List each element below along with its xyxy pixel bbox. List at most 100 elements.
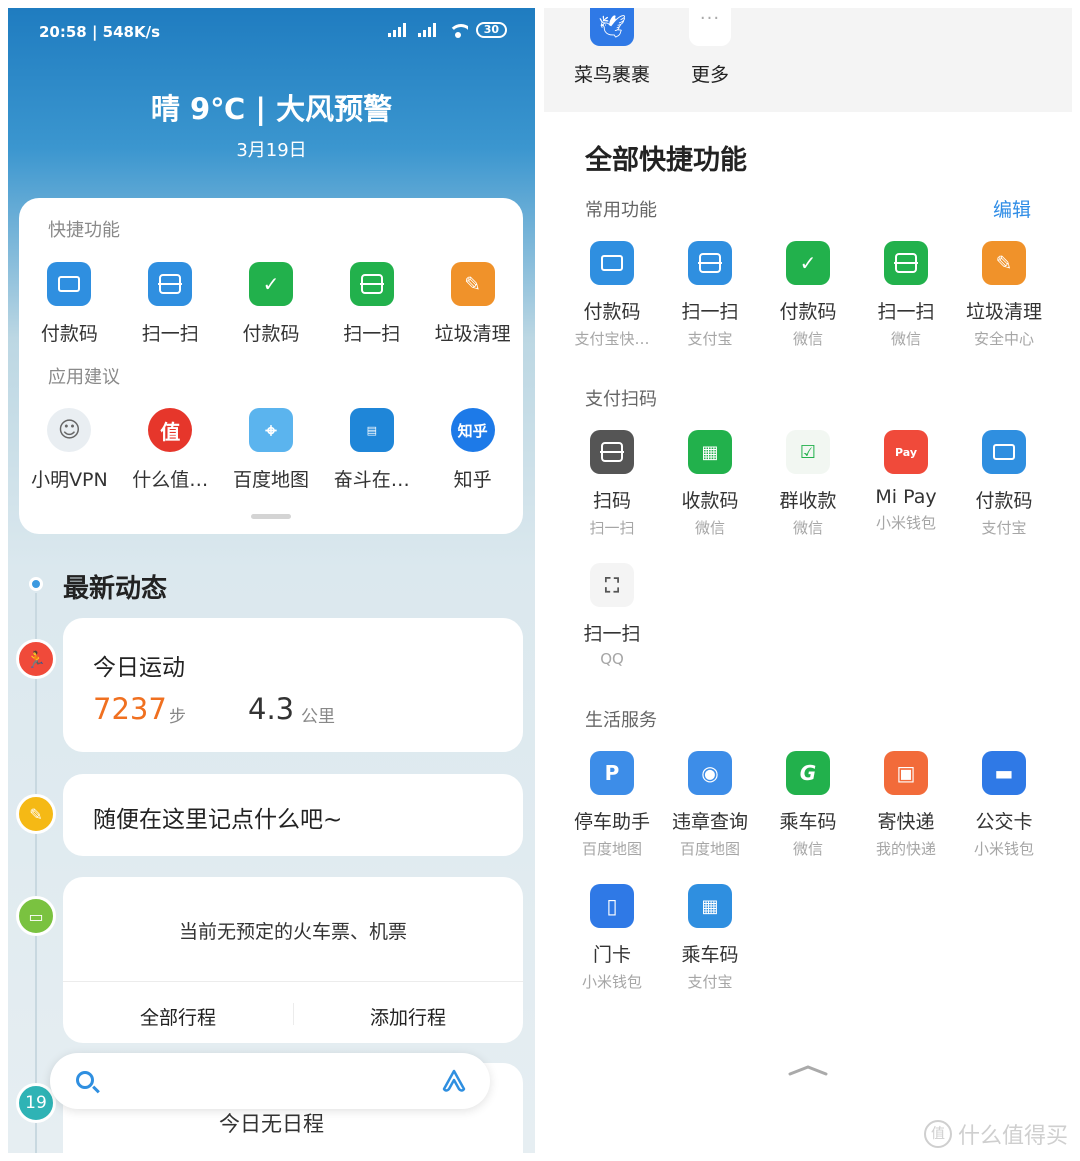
- ride-qr-icon: ▦: [688, 884, 732, 928]
- group-collect-icon: ☑: [786, 430, 830, 474]
- running-icon: 🏃: [16, 639, 56, 679]
- common-item-alipay-pay-code[interactable]: 付款码 支付宝快…: [563, 241, 661, 349]
- broom-icon: ✎: [450, 262, 495, 306]
- note-card[interactable]: 随便在这里记点什么吧~: [63, 774, 523, 856]
- life-item-parking[interactable]: P 停车助手 百度地图: [563, 751, 661, 859]
- distance-unit: 公里: [301, 707, 335, 727]
- avatar-icon: ☺: [47, 408, 92, 452]
- pencil-icon: ✎: [16, 794, 56, 834]
- life-item-express[interactable]: ▣ 寄快递 我的快递: [857, 751, 955, 859]
- life-row-1: P 停车助手 百度地图 ◉ 违章查询 百度地图 G 乘车码 微信 ▣ 寄快递 我…: [563, 751, 1053, 859]
- bus-icon: ▬: [982, 751, 1026, 795]
- steps-value: 7237: [93, 692, 167, 726]
- left-screen: 20:58 | 548K/s 30 晴 9℃ | 大风预警 3月19日 快捷功能…: [8, 8, 535, 1153]
- pay-item-qq-scan[interactable]: ⛶ 扫一扫 QQ: [563, 563, 661, 668]
- common-item-wechat-pay-code[interactable]: ✓ 付款码 微信: [759, 241, 857, 349]
- distance-value: 4.3: [248, 692, 295, 726]
- weather-title[interactable]: 晴 9℃ | 大风预警: [8, 86, 535, 128]
- collapse-chevron-icon[interactable]: [788, 1064, 828, 1076]
- zhi-icon: 值: [148, 408, 193, 452]
- pay-item-group-collect[interactable]: ☑ 群收款 微信: [759, 430, 857, 538]
- life-item-alipay-ride[interactable]: ▦ 乘车码 支付宝: [661, 884, 759, 992]
- quick-item-scan-wechat[interactable]: 扫一扫: [321, 262, 422, 346]
- scan-icon: [590, 430, 634, 474]
- strip-item-more[interactable]: ··· 更多: [665, 8, 755, 87]
- app-item-baidu-map[interactable]: ⌖ 百度地图: [221, 408, 322, 492]
- violation-icon: ◉: [688, 751, 732, 795]
- app-item-smzdm[interactable]: 值 什么值…: [120, 408, 221, 492]
- all-trips-button[interactable]: 全部行程: [63, 1003, 293, 1030]
- trip-divider: [63, 981, 523, 982]
- add-trip-button[interactable]: 添加行程: [293, 1003, 523, 1030]
- common-item-clean[interactable]: ✎ 垃圾清理 安全中心: [955, 241, 1053, 349]
- sport-title: 今日运动: [93, 655, 185, 681]
- barcode-icon: [47, 262, 92, 306]
- common-section-label: 常用功能: [585, 200, 657, 221]
- scan-icon: [688, 241, 732, 285]
- barcode-icon: [590, 241, 634, 285]
- wifi-icon: [447, 22, 468, 38]
- signal-hd-icon: [417, 23, 440, 37]
- app-item-fendou[interactable]: ▤ 奋斗在…: [321, 408, 422, 492]
- pay-item-scan[interactable]: 扫码 扫一扫: [563, 430, 661, 538]
- map-icon: ⌖: [248, 408, 293, 452]
- scan-icon: [148, 262, 193, 306]
- app-item-zhihu[interactable]: 知乎 知乎: [422, 408, 523, 492]
- search-bar[interactable]: [50, 1053, 490, 1109]
- quick-item-scan[interactable]: 扫一扫: [120, 262, 221, 346]
- pay-item-alipay-pay-code[interactable]: 付款码 支付宝: [955, 430, 1053, 538]
- apps-section-label: 应用建议: [48, 367, 120, 388]
- drag-handle[interactable]: [251, 514, 291, 519]
- all-shortcuts-title: 全部快捷功能: [585, 145, 747, 176]
- common-row: 付款码 支付宝快… 扫一扫 支付宝 ✓ 付款码 微信 扫一扫 微信 ✎ 垃圾清理…: [563, 241, 1053, 349]
- note-placeholder: 随便在这里记点什么吧~: [93, 807, 343, 833]
- barcode-check-icon: ✓: [786, 241, 830, 285]
- strip-item-cainiao[interactable]: 🕊 菜鸟裹裹: [567, 8, 657, 87]
- trip-card: 当前无预定的火车票、机票 全部行程 添加行程: [63, 877, 523, 1043]
- sport-card[interactable]: 今日运动 7237 步 4.3 公里: [63, 618, 523, 752]
- quick-card: 快捷功能 付款码 扫一扫 ✓ 付款码 扫一扫 ✎ 垃圾清理 应用建议 ☺ 小明V…: [19, 198, 523, 534]
- watermark-logo-icon: 值: [923, 1120, 952, 1148]
- pay-item-collect-code[interactable]: ▦ 收款码 微信: [661, 430, 759, 538]
- quick-item-pay-code[interactable]: 付款码: [19, 262, 120, 346]
- quick-item-pay-code-wechat[interactable]: ✓ 付款码: [221, 262, 322, 346]
- news-title: 最新动态: [63, 574, 168, 604]
- search-icon[interactable]: [76, 1071, 94, 1089]
- quick-row: 付款码 扫一扫 ✓ 付款码 扫一扫 ✎ 垃圾清理: [19, 262, 523, 346]
- barcode-check-icon: ✓: [248, 262, 293, 306]
- more-icon: ···: [689, 8, 731, 46]
- life-item-violation[interactable]: ◉ 违章查询 百度地图: [661, 751, 759, 859]
- common-item-alipay-scan[interactable]: 扫一扫 支付宝: [661, 241, 759, 349]
- door-icon: ▯: [590, 884, 634, 928]
- edit-button[interactable]: 编辑: [993, 195, 1031, 222]
- common-item-wechat-scan[interactable]: 扫一扫 微信: [857, 241, 955, 349]
- status-time: 20:58 | 548K/s: [39, 23, 161, 41]
- life-item-wechat-ride[interactable]: G 乘车码 微信: [759, 751, 857, 859]
- package-icon: ▣: [884, 751, 928, 795]
- weather-date: 3月19日: [236, 140, 307, 161]
- life-item-bus-card[interactable]: ▬ 公交卡 小米钱包: [955, 751, 1053, 859]
- scan-icon: [349, 262, 394, 306]
- right-screen: 🕊 菜鸟裹裹 ··· 更多 全部快捷功能 常用功能 编辑 付款码 支付宝快… 扫…: [544, 8, 1072, 1153]
- barcode-icon: [982, 430, 1026, 474]
- ticket-icon: ▭: [16, 896, 56, 936]
- pay-item-mipay[interactable]: Pay Mi Pay 小米钱包: [857, 430, 955, 538]
- steps-unit: 步: [169, 707, 186, 727]
- signal-icon: [387, 23, 410, 37]
- life-item-door-card[interactable]: ▯ 门卡 小米钱包: [563, 884, 661, 992]
- life-row-2: ▯ 门卡 小米钱包 ▦ 乘车码 支付宝: [563, 884, 1053, 992]
- trip-empty-text: 当前无预定的火车票、机票: [178, 921, 407, 943]
- apps-row: ☺ 小明VPN 值 什么值… ⌖ 百度地图 ▤ 奋斗在… 知乎 知乎: [19, 408, 523, 492]
- quick-item-clean[interactable]: ✎ 垃圾清理: [422, 262, 523, 346]
- watermark-text: 什么值得买: [957, 1124, 1068, 1149]
- pay-row-1: 扫码 扫一扫 ▦ 收款码 微信 ☑ 群收款 微信 Pay Mi Pay 小米钱包…: [563, 430, 1053, 538]
- top-strip: 🕊 菜鸟裹裹 ··· 更多: [544, 8, 1072, 112]
- watermark: 值 什么值得买: [923, 1118, 1068, 1150]
- zhihu-icon: 知乎: [450, 408, 495, 452]
- cainiao-icon: 🕊: [590, 8, 634, 46]
- timeline-dot: [29, 577, 43, 591]
- xiaoai-assistant-icon[interactable]: [440, 1067, 468, 1095]
- battery-icon: 30: [475, 22, 507, 38]
- app-item-vpn[interactable]: ☺ 小明VPN: [19, 408, 120, 492]
- scan-icon: [884, 241, 928, 285]
